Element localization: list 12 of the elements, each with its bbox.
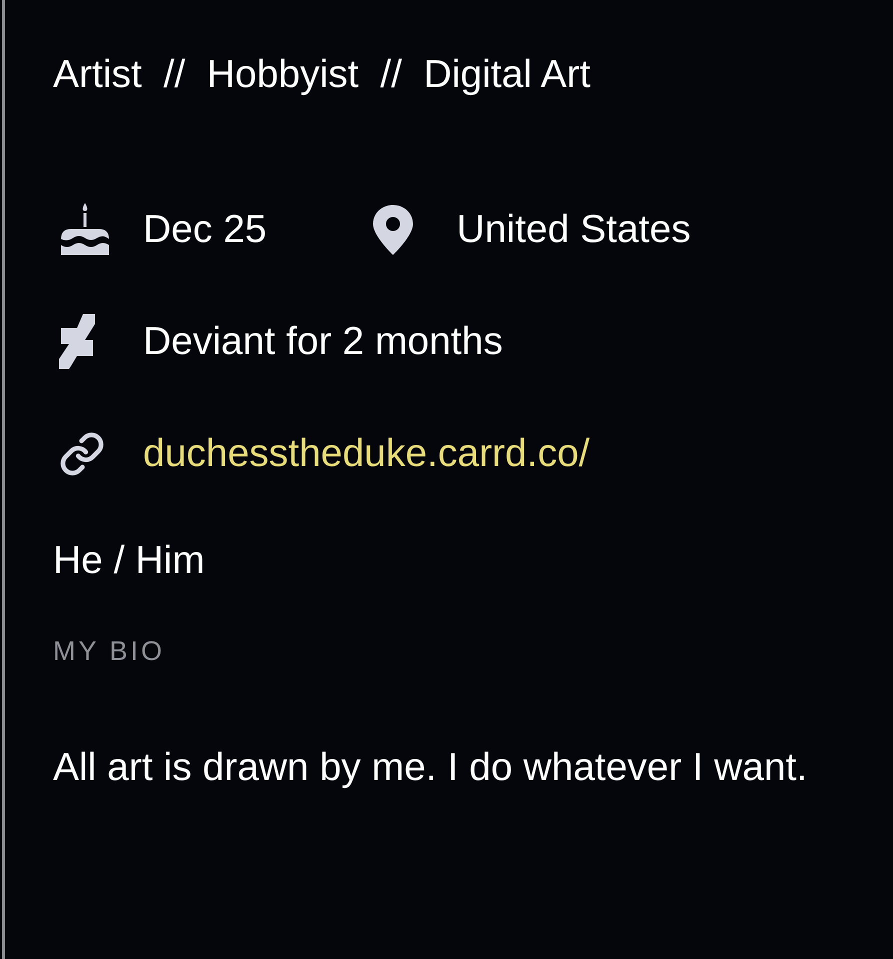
- bio-heading: MY BIO: [53, 634, 166, 668]
- detail-text: Deviant for 2 months: [143, 318, 503, 365]
- deviantart-logo-icon: [59, 314, 95, 370]
- detail-text: Dec 25: [143, 206, 267, 253]
- website-link[interactable]: duchesstheduke.carrd.co/: [143, 424, 590, 484]
- map-pin-icon: [372, 205, 413, 255]
- link-icon: [59, 431, 105, 477]
- tagline: Artist // Hobbyist // Digital Art: [53, 52, 592, 98]
- cake-icon: [59, 203, 111, 257]
- bio-text: All art is drawn by me. I do whatever I want.: [53, 745, 808, 791]
- pronouns: He / Him: [53, 538, 206, 584]
- detail-text: United States: [456, 206, 691, 253]
